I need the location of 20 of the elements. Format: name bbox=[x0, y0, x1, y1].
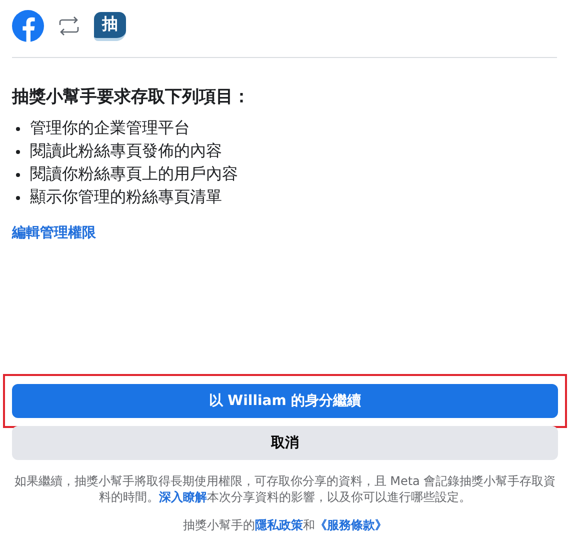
swap-icon bbox=[58, 16, 80, 36]
permission-item: 管理你的企業管理平台 bbox=[30, 118, 190, 139]
permission-item: 閱讀你粉絲專頁上的用戶內容 bbox=[30, 164, 238, 185]
link[interactable]: 隱私政策 bbox=[255, 518, 303, 532]
disclaimer-text: 如果繼續，抽獎小幫手將取得長期使用權限，可存取你分享的資料，且 Meta 會記錄抽獎小幫手存取資料的時間。深入瞭解本次分享資料的影響，以及你可以進行哪些設定。 bbox=[13, 473, 557, 505]
cancel-button[interactable]: 取消 bbox=[12, 426, 558, 460]
bullet-icon bbox=[16, 126, 20, 130]
permission-item: 閱讀此粉絲專頁發佈的內容 bbox=[30, 141, 222, 162]
continue-button[interactable]: 以 William 的身分繼續 bbox=[12, 384, 558, 418]
link[interactable]: 深入瞭解 bbox=[159, 490, 207, 504]
app-logo: 抽 bbox=[94, 12, 126, 40]
permission-item: 顯示你管理的粉絲專頁清單 bbox=[30, 187, 222, 208]
policy-text: 抽獎小幫手的隱私政策和《服務條款》 bbox=[182, 517, 388, 534]
bullet-icon bbox=[16, 196, 20, 200]
bullet-icon bbox=[16, 150, 20, 154]
edit-permissions-link[interactable]: 編輯管理權限 bbox=[12, 224, 96, 242]
link[interactable]: 《服務條款》 bbox=[315, 518, 387, 532]
bullet-icon bbox=[16, 172, 20, 176]
facebook-logo bbox=[12, 10, 44, 42]
permission-heading: 抽獎小幫手要求存取下列項目： bbox=[12, 86, 251, 109]
